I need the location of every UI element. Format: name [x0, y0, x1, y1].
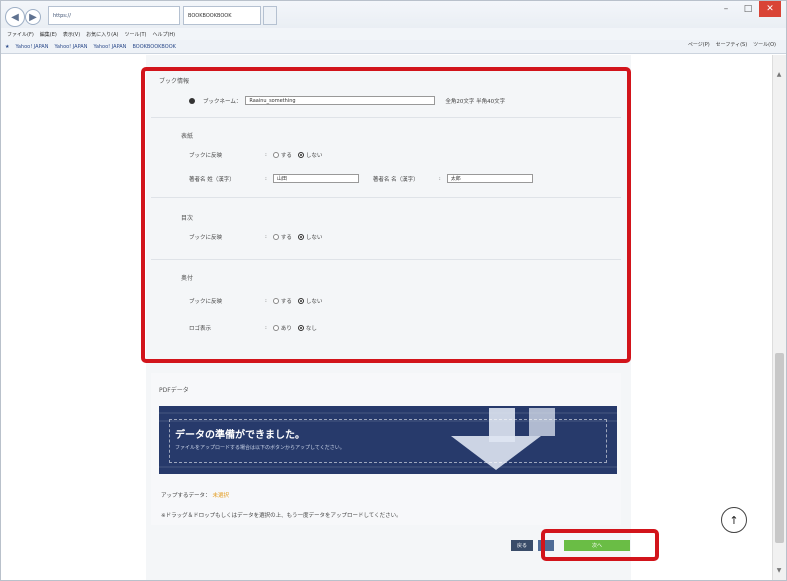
back-button[interactable]: 戻る	[511, 540, 533, 551]
form-highlight-frame	[141, 67, 631, 363]
scroll-thumb[interactable]	[775, 353, 784, 543]
banner-stripe	[159, 466, 617, 468]
upload-banner[interactable]: データの準備ができました。 ファイルをアップロードする場合は以下のボタンからアッ…	[159, 406, 617, 474]
address-bar[interactable]: https://	[48, 6, 180, 25]
menu-bar: ファイル(F) 編集(E) 表示(V) お気に入り(A) ツール(T) ヘルプ(…	[1, 28, 786, 40]
favorites-bar: ★ Yahoo! JAPAN Yahoo! JAPAN Yahoo! JAPAN…	[1, 40, 786, 54]
upload-status-label: アップするデータ：	[161, 493, 211, 499]
scroll-down-icon[interactable]: ▼	[775, 567, 783, 575]
upload-note: ※ドラッグ＆ドロップもしくはデータを選択の上、もう一度データをアップロードしてく…	[161, 513, 402, 519]
close-icon[interactable]: ✕	[759, 1, 781, 17]
page-menu[interactable]: ページ(P)	[688, 41, 710, 48]
banner-subtitle: ファイルをアップロードする場合は以下のボタンからアップしてください。	[175, 445, 345, 451]
upload-status-value: 未選択	[212, 493, 230, 499]
minimize-icon[interactable]: –	[715, 1, 737, 17]
arrow-up-icon: ↑	[729, 513, 739, 527]
favorites-star-icon[interactable]: ★	[5, 44, 9, 50]
maximize-icon[interactable]: □	[737, 1, 759, 17]
forward-icon[interactable]: ▶	[25, 9, 41, 25]
tab-new[interactable]	[263, 6, 277, 25]
scroll-up-icon[interactable]: ▲	[775, 71, 783, 79]
tab-active[interactable]: BOOKBOOKBOOK	[183, 6, 261, 25]
favorite-link-2[interactable]: Yahoo! JAPAN	[54, 44, 87, 50]
favorite-link-3[interactable]: Yahoo! JAPAN	[93, 44, 126, 50]
favorite-link-4[interactable]: BOOKBOOKBOOK	[132, 44, 175, 50]
safety-menu[interactable]: セーフティ(S)	[716, 41, 747, 48]
menu-help[interactable]: ヘルプ(H)	[152, 31, 175, 38]
back-icon[interactable]: ◀	[5, 7, 25, 27]
scroll-top-button[interactable]: ↑	[721, 507, 747, 533]
tools-menu[interactable]: ツール(O)	[753, 41, 776, 48]
menu-favorites[interactable]: お気に入り(A)	[86, 31, 118, 38]
menu-file[interactable]: ファイル(F)	[7, 31, 34, 38]
menu-tools[interactable]: ツール(T)	[125, 31, 147, 38]
command-bar: ページ(P) セーフティ(S) ツール(O)	[688, 41, 776, 48]
upload-status-row: アップするデータ： 未選択	[161, 491, 229, 499]
menu-view[interactable]: 表示(V)	[63, 31, 80, 38]
upload-title: PDFデータ	[159, 387, 189, 394]
banner-title: データの準備ができました。	[175, 430, 305, 441]
favorite-link-1[interactable]: Yahoo! JAPAN	[15, 44, 48, 50]
menu-edit[interactable]: 編集(E)	[40, 31, 57, 38]
button-highlight-frame	[541, 529, 659, 561]
browser-window: ◀ ▶ https:// BOOKBOOKBOOK – □ ✕ ファイル(F) …	[0, 0, 787, 581]
